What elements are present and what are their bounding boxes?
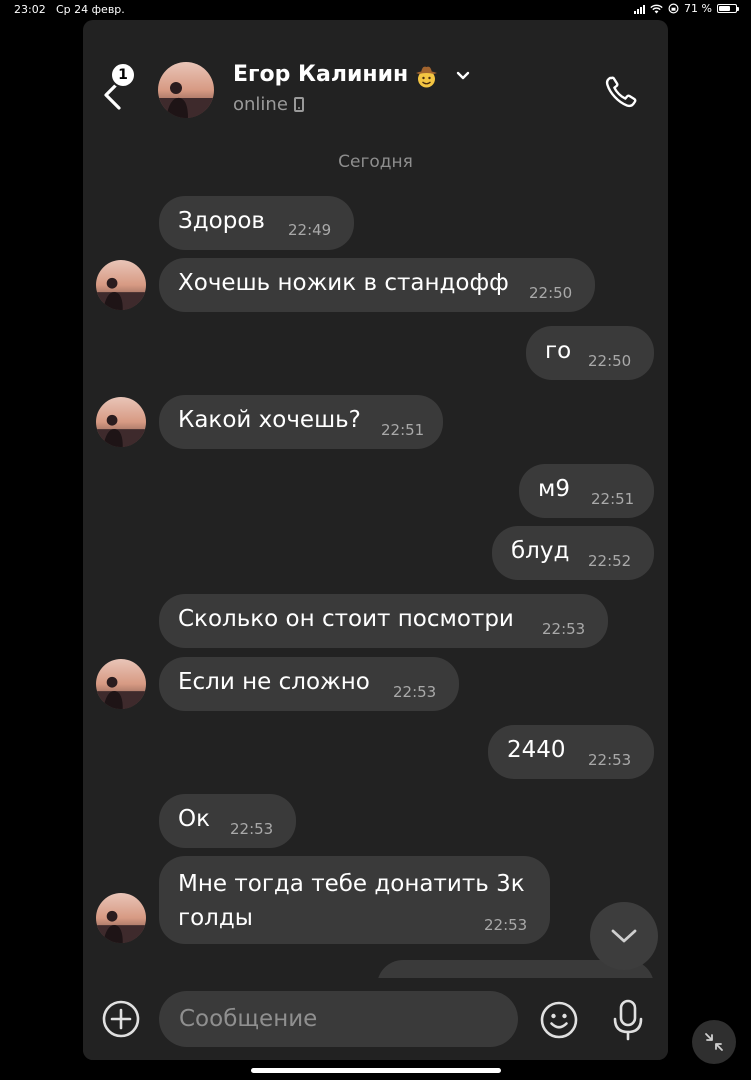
battery-percent: 71 % <box>684 2 712 15</box>
chat-header: 1 Егор Калинин online <box>83 20 668 140</box>
battery-icon <box>717 4 739 13</box>
message-text: Какой хочешь? <box>178 407 361 433</box>
message-time: 22:53 <box>484 916 528 934</box>
message-bubble-incoming[interactable]: Мне тогда тебе донатить 3к голды 22:53 <box>159 856 550 944</box>
message-composer <box>83 978 668 1060</box>
message-text: м9 <box>538 476 570 502</box>
message-bubble-outgoing[interactable]: м9 22:51 <box>519 464 654 518</box>
microphone-icon[interactable] <box>608 998 648 1042</box>
message-text: Сколько он стоит посмотри <box>178 606 514 632</box>
message-bubble-outgoing[interactable]: го 22:50 <box>526 326 654 380</box>
message-time: 22:50 <box>529 284 573 302</box>
message-bubble-incoming[interactable]: Какой хочешь? 22:51 <box>159 395 443 449</box>
message-text: блуд <box>511 538 570 564</box>
message-bubble-outgoing[interactable]: 2440 22:53 <box>488 725 654 779</box>
wifi-icon <box>650 4 663 13</box>
message-text: Хочешь ножик в стандофф <box>178 270 509 296</box>
cowboy-face-icon <box>416 66 437 88</box>
status-date: Ср 24 февр. <box>56 3 125 16</box>
minimize-window-button[interactable] <box>692 1020 736 1064</box>
message-time: 22:50 <box>588 352 632 370</box>
message-time: 22:52 <box>588 552 632 570</box>
orientation-lock-icon <box>668 3 679 14</box>
status-text: online <box>233 94 288 115</box>
cellular-signal-icon <box>634 4 646 14</box>
battery-level <box>719 6 731 11</box>
message-time: 22:49 <box>288 221 332 239</box>
mobile-device-icon <box>293 97 304 112</box>
message-text: Ок <box>178 806 210 832</box>
message-text-line-2: голды <box>178 905 253 931</box>
status-indicators: 71 % <box>634 2 739 15</box>
message-input[interactable] <box>159 991 518 1047</box>
message-text-line-1: Мне тогда тебе донатить 3к <box>178 871 525 897</box>
contact-name[interactable]: Егор Калинин <box>233 62 408 87</box>
contact-avatar[interactable] <box>158 62 214 118</box>
scroll-down-button[interactable] <box>590 902 658 970</box>
message-text: Если не сложно <box>178 669 370 695</box>
status-time: 23:02 <box>14 3 46 16</box>
message-bubble-incoming[interactable]: Если не сложно 22:53 <box>159 657 459 711</box>
message-time: 22:51 <box>591 490 635 508</box>
message-avatar[interactable] <box>96 893 146 943</box>
message-time: 22:53 <box>393 683 437 701</box>
chevron-down-icon <box>611 929 637 943</box>
date-separator: Сегодня <box>338 152 413 172</box>
unread-badge: 1 <box>110 62 136 88</box>
message-time: 22:51 <box>381 421 425 439</box>
smiley-icon[interactable] <box>539 1000 579 1040</box>
collapse-arrows-icon <box>705 1033 723 1051</box>
message-text: 2440 <box>507 737 566 763</box>
message-time: 22:53 <box>588 751 632 769</box>
message-text: Здоров <box>178 208 265 234</box>
chevron-down-icon[interactable] <box>455 68 471 84</box>
chat-window: 1 Егор Калинин online Сегодня Здоров 22:… <box>83 20 668 1060</box>
message-bubble-incoming[interactable]: Сколько он стоит посмотри 22:53 <box>159 594 608 648</box>
message-time: 22:53 <box>230 820 274 838</box>
contact-status: online <box>233 94 304 115</box>
plus-circle-icon[interactable] <box>101 999 141 1039</box>
message-text: го <box>545 338 572 364</box>
phone-call-icon[interactable] <box>601 72 641 112</box>
home-indicator[interactable] <box>251 1068 501 1073</box>
message-bubble-incoming[interactable]: Ок 22:53 <box>159 794 296 848</box>
message-bubble-incoming[interactable]: Хочешь ножик в стандофф 22:50 <box>159 258 595 312</box>
message-avatar[interactable] <box>96 397 146 447</box>
message-avatar[interactable] <box>96 260 146 310</box>
status-bar: 23:02 Ср 24 февр. 71 % <box>0 0 751 20</box>
message-avatar[interactable] <box>96 659 146 709</box>
message-bubble-outgoing[interactable]: блуд 22:52 <box>492 526 654 580</box>
message-bubble-incoming[interactable]: Здоров 22:49 <box>159 196 354 250</box>
message-time: 22:53 <box>542 620 586 638</box>
